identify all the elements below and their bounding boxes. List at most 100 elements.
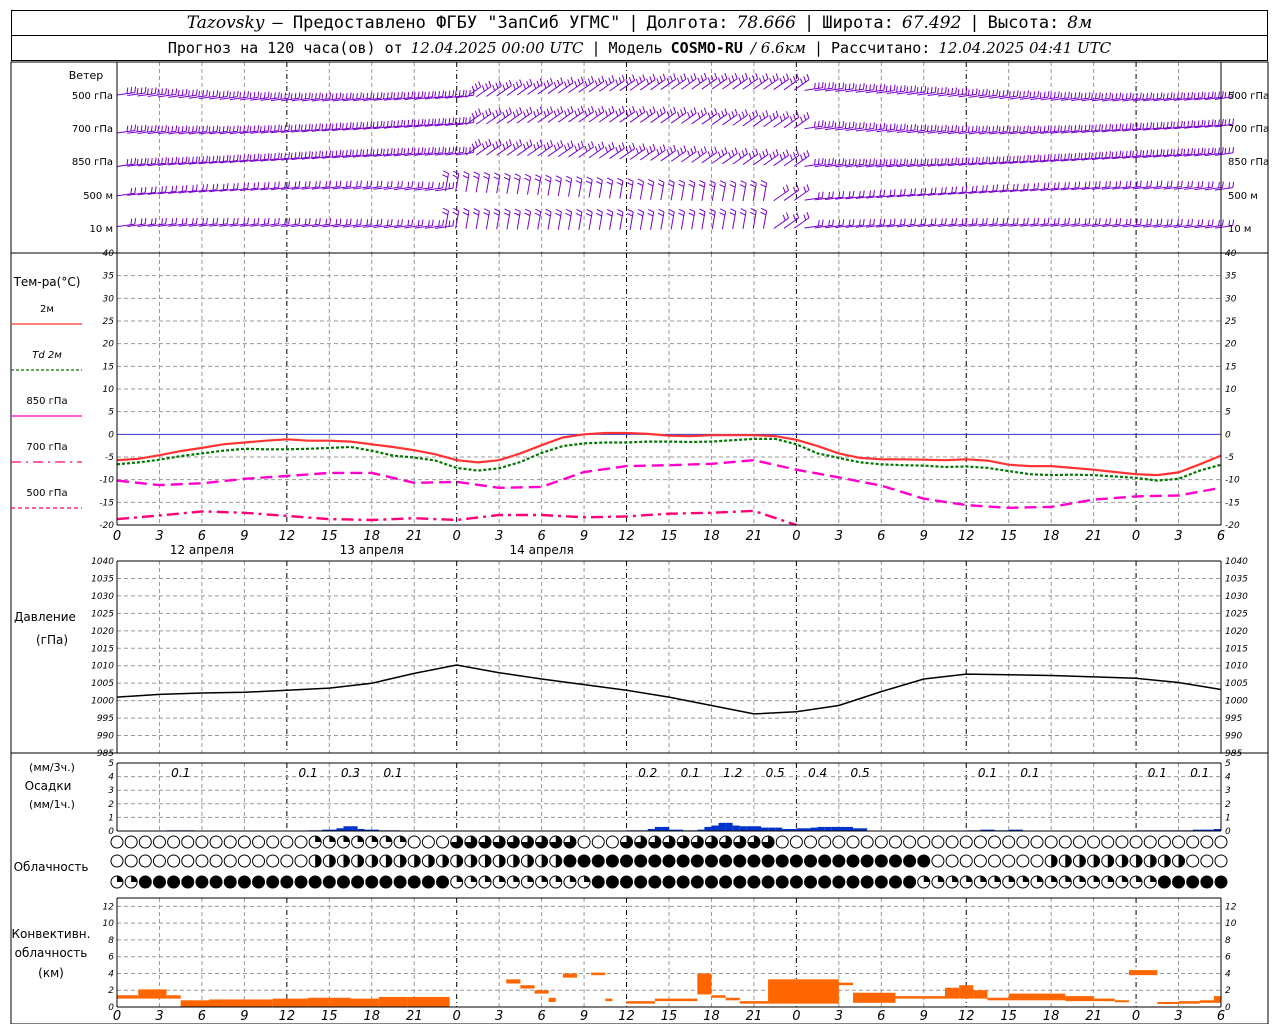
precip-bar <box>350 826 358 831</box>
x-tick-label: 9 <box>580 1009 588 1024</box>
wind-barb-feather <box>585 212 592 217</box>
wind-barb-feather <box>304 151 307 158</box>
wind-barb-feather <box>222 125 225 133</box>
precip-bar <box>810 827 818 831</box>
wind-barb-feather <box>288 124 290 131</box>
wind-barb-feather <box>873 190 875 197</box>
wind-barb-feather <box>345 219 348 226</box>
precip-bar <box>725 822 733 831</box>
wind-barb-feather <box>257 217 260 224</box>
cloud-cover-fill <box>966 876 973 882</box>
cloud-cover-fill <box>1079 875 1086 882</box>
x-tick-label: 3 <box>1174 529 1182 544</box>
wind-barb-feather <box>649 76 653 83</box>
wind-barb-feather <box>376 148 379 155</box>
cloud-cover-circle <box>775 835 789 849</box>
wind-barb-feather <box>136 158 139 165</box>
wind-barb-feather <box>544 178 551 183</box>
wind-barb-feather <box>782 113 786 120</box>
wind-barb-feather <box>741 111 745 118</box>
wind-barb-feather <box>428 147 430 154</box>
wind-barb-feather <box>452 146 455 153</box>
wind-barb-feather <box>649 108 653 115</box>
cloud-cover-circle <box>167 875 181 889</box>
cloud-cover-fill <box>555 875 562 882</box>
cloud-cover-fill <box>1107 875 1114 882</box>
x-tick-label: 21 <box>746 1009 763 1024</box>
cloud-cover-fill <box>1065 855 1072 867</box>
x-tick-label: 12 <box>958 529 975 544</box>
wind-barb-feather <box>1019 126 1021 133</box>
cloud-cover-circle <box>846 854 860 868</box>
wind-barb-feather <box>198 126 201 133</box>
wind-barb-feather <box>524 173 531 178</box>
wind-barb-feather <box>883 122 886 129</box>
wind-barb-feather <box>165 87 167 94</box>
wind-barb-feather <box>288 92 290 99</box>
x-tick-label: 12 <box>279 529 296 544</box>
wind-barb-feather <box>403 148 406 155</box>
wind-barb-feather <box>372 121 375 128</box>
wind-barb-feather <box>996 89 999 96</box>
wind-barb-feather <box>557 142 560 149</box>
wind-barb-feather <box>1006 184 1009 191</box>
convective-bar <box>853 992 896 1003</box>
wind-barb-feather <box>814 158 816 166</box>
wind-barb-feather <box>659 75 663 82</box>
wind-barb-feather <box>212 155 215 162</box>
wind-barb-feather <box>335 218 338 225</box>
precip-amount-label: 0.1 <box>383 766 402 780</box>
wind-barb-feather <box>873 158 875 165</box>
wind-barb-feather <box>755 148 759 155</box>
wind-barb-feather <box>463 208 470 212</box>
wind-barb-feather <box>1183 93 1186 100</box>
wind-barb-feather <box>360 218 362 225</box>
precip-bar <box>753 826 761 831</box>
wind-barb-feather <box>961 125 964 132</box>
cloud-cover-circle <box>804 875 818 889</box>
wind-barb-feather <box>762 75 766 82</box>
wind-barb-feather <box>505 82 509 89</box>
x-tick-label: 6 <box>1217 1009 1225 1024</box>
wind-barb-feather <box>161 88 163 95</box>
wind-barb-feather <box>1037 182 1040 189</box>
convective-bar <box>1157 1001 1179 1004</box>
wind-barb-feather <box>914 158 916 165</box>
cloud-cover-circle <box>1016 854 1030 868</box>
wind-barb-feather <box>216 217 219 224</box>
cloud-cover-circle <box>789 854 803 868</box>
y-tick-label: 1000 <box>91 697 114 707</box>
convective-bar <box>378 996 408 1007</box>
wind-barb-feather <box>267 153 270 160</box>
wind-barb-feather <box>1142 123 1145 130</box>
wind-barb-feather <box>1033 218 1036 225</box>
cloud-cover-circle <box>775 875 789 889</box>
x-tick-label: 6 <box>877 529 885 544</box>
wind-barb-feather <box>744 72 748 79</box>
wind-barb-feather <box>659 146 663 153</box>
wind-barb-feather <box>698 183 705 188</box>
wind-barb-feather <box>503 176 510 181</box>
wind-barb-feather <box>680 109 684 116</box>
wind-barb-feather <box>495 110 499 116</box>
wind-barb-feather <box>862 190 865 197</box>
wind-barb-feather <box>325 93 328 100</box>
cloud-cover-circle <box>237 854 251 868</box>
cloud-cover-circle <box>577 835 591 849</box>
wind-barb-feather <box>883 158 886 165</box>
wind-barb-feather <box>495 82 499 89</box>
wind-barb-feather <box>828 82 830 89</box>
wind-barb-feather <box>632 142 636 149</box>
wind-barb-feather <box>300 93 303 100</box>
wind-barb-feather <box>206 89 208 96</box>
wind-barb-feather <box>669 75 673 82</box>
wind-barb-feather <box>875 159 878 166</box>
wind-barb-feather <box>270 125 272 132</box>
wind-barb-feather <box>1203 120 1206 127</box>
wind-barb-feather <box>1033 125 1036 132</box>
wind-barb-feather <box>390 91 393 98</box>
convective-bar <box>838 982 853 986</box>
wind-barb-feather <box>621 142 625 149</box>
wind-barb-feather <box>1146 122 1149 129</box>
wind-barb-feather <box>896 159 898 166</box>
